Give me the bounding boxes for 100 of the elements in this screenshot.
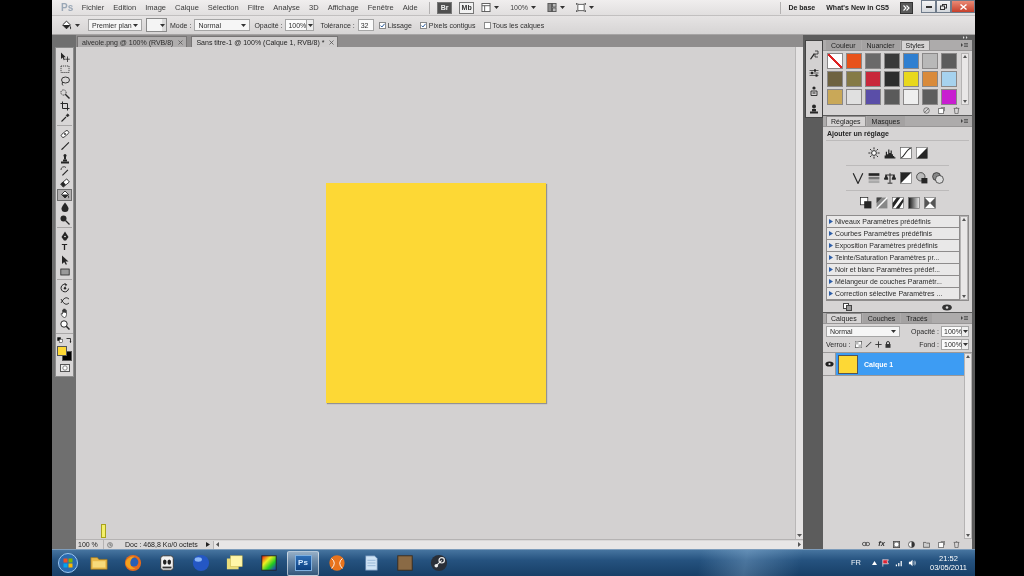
style-swatch-icon[interactable] (846, 89, 862, 105)
tool-button[interactable] (57, 318, 72, 332)
half-circle-icon[interactable] (908, 540, 915, 548)
signal-bars-icon[interactable] (895, 559, 903, 567)
view-extras-button[interactable] (481, 3, 500, 12)
panel-menu-icon[interactable] (961, 42, 968, 48)
posterize-icon[interactable] (875, 197, 888, 209)
brush-icon[interactable] (864, 340, 872, 348)
horizontal-scrollbar[interactable] (212, 540, 803, 549)
move-cross-icon[interactable] (874, 340, 882, 348)
taskbar-button[interactable]: Ps (287, 550, 319, 576)
style-swatch-icon[interactable] (903, 71, 919, 87)
flag-icon[interactable] (882, 559, 890, 567)
checkbox[interactable] (483, 21, 491, 29)
stacked-bars-icon[interactable] (867, 172, 880, 184)
trash-icon[interactable] (953, 540, 960, 548)
fill-slider-button[interactable] (962, 338, 969, 350)
style-swatch-icon[interactable] (865, 71, 881, 87)
caret-icon (307, 23, 313, 27)
checkbox[interactable] (419, 21, 427, 29)
new-item-icon[interactable] (938, 106, 945, 114)
sliders-icon[interactable] (809, 68, 819, 78)
style-swatch-icon[interactable] (941, 71, 957, 87)
minimize-button[interactable] (921, 0, 936, 13)
selective-color-icon[interactable] (923, 197, 936, 209)
new-layer-icon[interactable] (938, 540, 945, 548)
stamp-icon[interactable] (809, 104, 819, 114)
link-chain-icon[interactable] (862, 541, 871, 547)
curve-graph-icon[interactable] (899, 147, 912, 159)
vertical-scrollbar[interactable] (795, 47, 803, 539)
background-color-swatch[interactable] (62, 351, 72, 362)
style-swatch-icon[interactable] (846, 53, 862, 69)
folder-icon[interactable] (923, 540, 930, 548)
screen-mode-button[interactable] (576, 3, 595, 12)
style-swatch-icon[interactable] (827, 89, 843, 105)
style-swatch-icon[interactable] (922, 71, 938, 87)
threshold-icon[interactable] (891, 197, 904, 209)
quick-mask-icon[interactable] (59, 364, 70, 373)
volume-icon[interactable] (908, 559, 917, 567)
swatch-scrollbar[interactable] (961, 53, 969, 105)
trash-icon[interactable] (953, 106, 960, 114)
style-swatch-icon[interactable] (846, 71, 862, 87)
default-colors-icon[interactable] (57, 337, 63, 344)
eye-icon[interactable] (942, 303, 952, 311)
opacity-slider-button[interactable] (307, 19, 315, 31)
style-swatch-icon[interactable] (903, 53, 919, 69)
tool-button[interactable]: T (57, 241, 72, 254)
tool-button[interactable] (57, 282, 72, 295)
lens-filter-icon[interactable] (915, 172, 928, 184)
up-arrow-icon[interactable] (872, 561, 877, 565)
notepad-icon (362, 554, 380, 572)
histogram-icon[interactable] (883, 147, 896, 159)
arrange-documents-button[interactable] (547, 3, 566, 12)
figure-icon[interactable] (809, 86, 819, 96)
scales-icon[interactable] (883, 172, 896, 184)
swap-arrow-icon[interactable] (66, 337, 72, 344)
invert-squares-icon[interactable] (859, 197, 872, 209)
start-button[interactable] (55, 550, 81, 576)
more-workspaces-button[interactable] (900, 1, 913, 14)
padlock-icon[interactable] (884, 340, 891, 348)
gradient-icon[interactable] (907, 197, 920, 209)
list-scrollbar[interactable] (960, 216, 968, 300)
close-button[interactable] (951, 0, 975, 13)
style-swatch-icon[interactable] (884, 71, 900, 87)
diagonal-split-icon[interactable] (899, 172, 912, 184)
overlapping-circles-icon[interactable] (931, 172, 944, 184)
tool-button[interactable] (57, 213, 72, 226)
style-swatch-icon[interactable] (827, 71, 843, 87)
foreground-color-swatch[interactable] (57, 346, 67, 357)
style-swatch-icon[interactable] (941, 53, 957, 69)
style-swatch-icon[interactable] (884, 89, 900, 105)
v-shape-icon[interactable] (851, 172, 864, 184)
style-swatch-icon[interactable] (903, 89, 919, 105)
visibility-toggle[interactable] (823, 353, 836, 375)
no-style-icon[interactable] (923, 106, 930, 114)
style-swatch-icon[interactable] (865, 53, 881, 69)
style-swatch-icon[interactable] (827, 53, 843, 69)
opacity-slider-button[interactable] (962, 325, 969, 337)
overlapping-squares-icon[interactable] (843, 303, 852, 311)
style-swatch-icon[interactable] (941, 89, 957, 105)
style-swatch-icon[interactable] (884, 53, 900, 69)
collapse-arrows-icon[interactable] (963, 35, 969, 39)
pattern-picker[interactable] (146, 18, 167, 32)
checkbox[interactable] (378, 21, 386, 29)
brush-numbers-icon[interactable] (809, 50, 819, 60)
mask-icon[interactable] (893, 540, 900, 548)
panel-menu-icon[interactable] (961, 118, 968, 124)
panel-menu-icon[interactable] (961, 315, 968, 321)
rotate-arrow-icon (59, 283, 70, 294)
style-swatch-icon[interactable] (922, 53, 938, 69)
restore-button[interactable] (936, 0, 951, 13)
tool-preset-button[interactable] (61, 19, 80, 31)
style-swatch-icon[interactable] (865, 89, 881, 105)
sun-icon[interactable] (867, 147, 880, 159)
style-swatch-icon[interactable] (922, 89, 938, 105)
triangle-arrow-icon[interactable] (205, 542, 210, 547)
layer-scrollbar[interactable] (964, 353, 972, 539)
tool-button[interactable] (57, 189, 72, 202)
exposure-icon[interactable] (915, 147, 928, 159)
checker-lock-icon[interactable] (854, 340, 862, 348)
